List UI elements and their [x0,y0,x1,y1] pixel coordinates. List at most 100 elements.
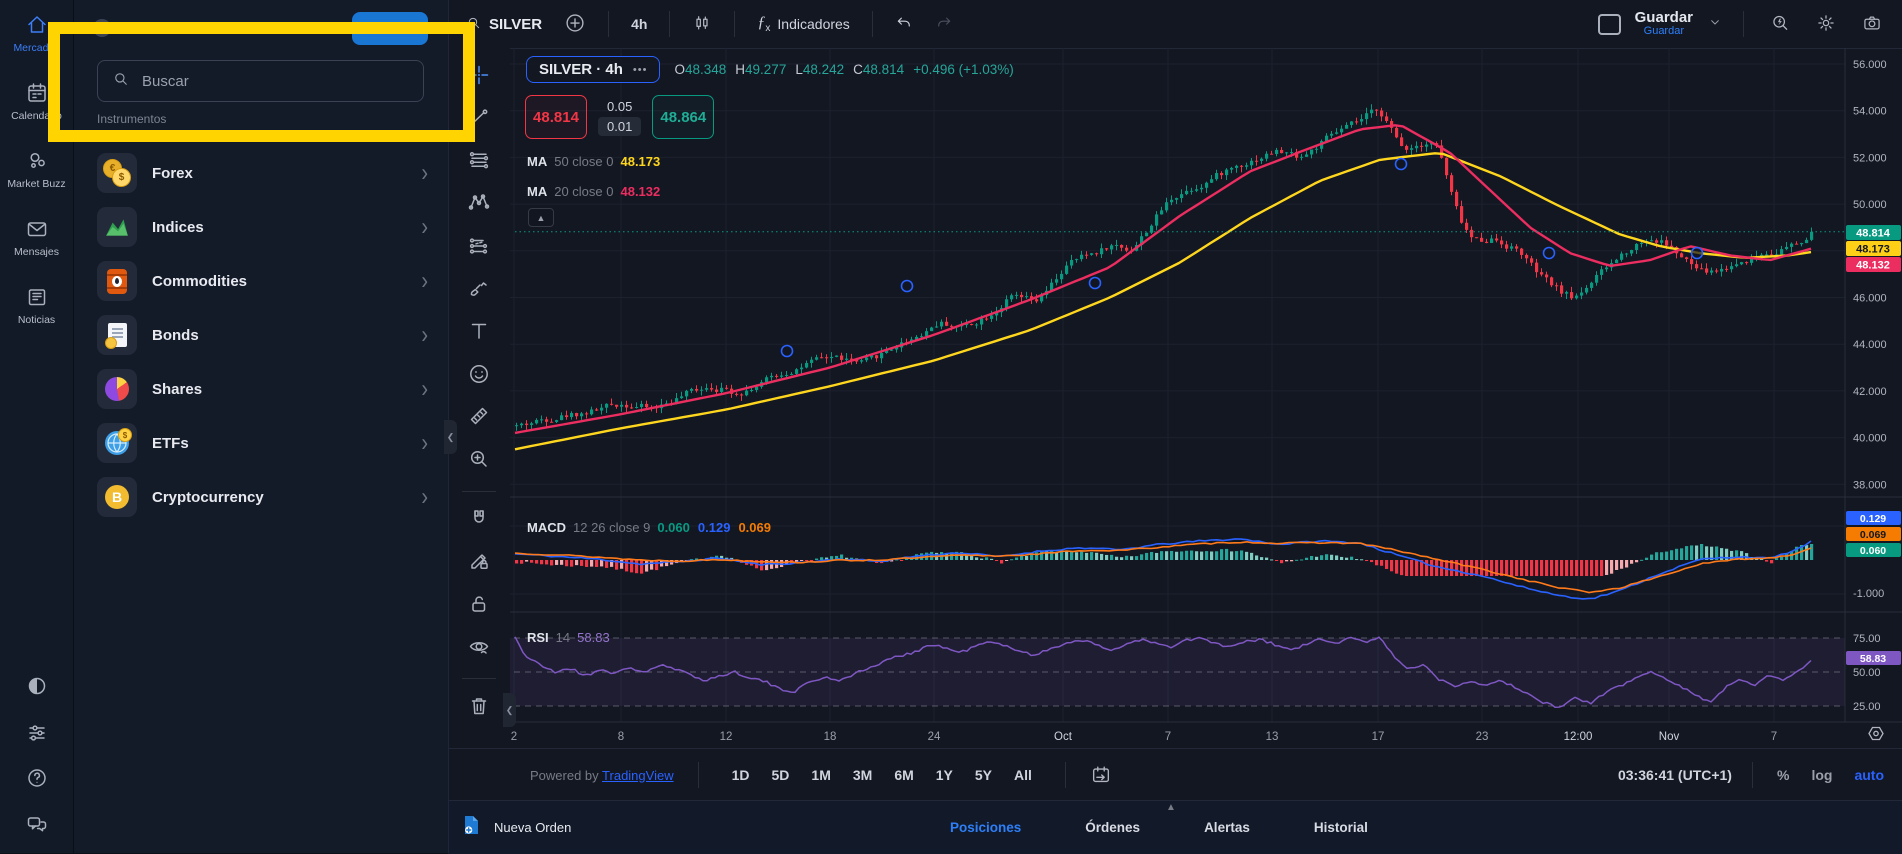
drawing-toolbar [448,48,510,734]
plus-icon [564,12,586,37]
instrument-item-cryptocurrency[interactable]: B Cryptocurrency › [73,470,448,524]
forecast-tool[interactable] [461,231,497,266]
brush-tool[interactable] [461,273,497,308]
divider [871,11,873,37]
buy-button[interactable]: 48.864 [652,95,715,139]
tab-posiciones[interactable]: Posiciones [948,814,1023,841]
drawing-lock-tool[interactable] [461,546,497,581]
svg-text:58.83: 58.83 [1860,653,1886,665]
save-button[interactable]: Guardar Guardar [1635,10,1693,37]
divider [1743,11,1744,37]
interval-button[interactable]: 4h [625,12,653,36]
symbol-search-button[interactable]: SILVER [460,11,548,38]
sidebar-item-mercados[interactable]: Mercados [0,12,73,54]
undo-button[interactable] [889,10,919,39]
panel-collapse-handle[interactable]: ❮ [444,420,457,454]
settings-button[interactable] [1810,9,1842,40]
search-input[interactable]: Buscar [97,60,424,102]
sidebar-item-mensajes[interactable]: Mensajes [0,216,73,258]
chart-bottom-toolbar: Powered by TradingView 1D 5D 1M 3M 6M 1Y 5Y All… [448,748,1902,801]
tradingview-link[interactable]: TradingView [602,768,674,783]
more-icon[interactable]: ••• [633,64,648,76]
panel-expand-icon[interactable]: ▲ [1166,802,1176,813]
range-1m-button[interactable]: 1M [802,762,839,788]
indicators-button[interactable]: ƒx Indicadores [751,10,855,38]
sidebar-help-button[interactable] [24,765,50,791]
percent-scale-button[interactable]: % [1773,765,1793,785]
instruments-header: Commodities Hecho [73,0,448,56]
price-chart[interactable]: 56.000 54.000 52.000 50.000 46.000 44.000 42.0… [448,48,1902,748]
svg-text:50.000: 50.000 [1853,199,1887,211]
sidebar-item-noticias[interactable]: Noticias [0,284,73,326]
magnet-icon [467,507,491,536]
log-scale-button[interactable]: log [1807,765,1836,785]
symbol-search-icon [466,15,482,34]
toolbar-collapse-handle[interactable]: ❮ [503,693,516,727]
instrument-item-indices[interactable]: Indices › [73,200,448,254]
clock[interactable]: 03:36:41 (UTC+1) [1618,767,1732,783]
range-1y-button[interactable]: 1Y [927,762,962,788]
range-5y-button[interactable]: 5Y [966,762,1001,788]
auto-scale-button[interactable]: auto [1850,765,1888,785]
hide-drawings-tool[interactable] [461,632,497,667]
spread: 0.05 0.01 [598,99,642,136]
remove-drawings-tool[interactable] [461,691,497,726]
done-button[interactable]: Hecho [352,11,428,45]
instruments-list: € $ Forex › Indices › Commodities › Bonds › Shares… [73,146,448,524]
search-icon [112,70,130,93]
trend-line-tool[interactable] [461,103,497,138]
emoji-tool[interactable] [461,359,497,394]
instrument-item-commodities[interactable]: Commodities › [73,254,448,308]
redo-button[interactable] [929,10,959,39]
range-6m-button[interactable]: 6M [885,762,922,788]
fib-retracement-tool[interactable] [461,145,497,180]
range-all-button[interactable]: All [1005,762,1041,788]
range-3m-button[interactable]: 3M [844,762,881,788]
chevron-down-icon[interactable] [1707,14,1723,35]
sidebar-support-chat-button[interactable] [24,811,50,837]
chevron-right-icon: › [421,213,428,241]
instrument-item-forex[interactable]: € $ Forex › [73,146,448,200]
magnet-tool[interactable] [461,504,497,539]
news-icon [24,284,50,310]
quick-search-button[interactable] [1764,9,1796,40]
home-icon [24,12,50,38]
xabcd-pattern-tool[interactable] [461,188,497,223]
chevron-right-icon: › [421,429,428,457]
measure-tool[interactable] [461,401,497,436]
snapshot-button[interactable] [1856,9,1888,40]
powered-by: Powered by TradingView [530,767,674,783]
zoom-in-tool[interactable] [461,444,497,479]
sidebar-theme-button[interactable] [24,673,50,699]
tab-ordenes[interactable]: Órdenes [1083,814,1142,841]
legend-collapse-button[interactable]: ▲ [528,208,554,227]
layout-select-button[interactable] [1597,13,1621,35]
sidebar-item-calendario[interactable]: Calendario [0,80,73,122]
shares-icon [97,369,137,409]
svg-text:54.000: 54.000 [1853,106,1887,118]
range-1d-button[interactable]: 1D [723,762,759,788]
new-order-button[interactable]: Nueva Orden [448,813,571,842]
ohlc-values: O48.348 H49.277 L48.242 C48.814 +0.496 (+1.0… [674,62,1014,77]
tab-historial[interactable]: Historial [1312,814,1370,841]
instrument-item-shares[interactable]: Shares › [73,362,448,416]
instrument-item-etfs[interactable]: $ ETFs › [73,416,448,470]
compare-add-button[interactable] [558,8,592,41]
svg-text:48.814: 48.814 [1856,228,1891,240]
measure-icon [467,404,491,433]
lock-all-tool[interactable] [461,589,497,624]
go-to-date-icon[interactable] [1090,764,1112,786]
chart-style-button[interactable] [686,9,718,40]
category-bullet-icon [93,19,111,37]
text-tool[interactable] [461,316,497,351]
camera-icon [1862,13,1882,36]
sidebar-preferences-button[interactable] [24,719,50,745]
legend-symbol[interactable]: SILVER · 4h ••• [526,56,661,83]
sidebar-item-market-buzz[interactable]: Market Buzz [0,148,73,190]
tab-alertas[interactable]: Alertas [1202,814,1252,841]
crosshair-tool[interactable] [461,60,497,95]
range-5d-button[interactable]: 5D [763,762,799,788]
svg-text:23: 23 [1476,731,1489,743]
sell-button[interactable]: 48.814 [525,95,587,139]
instrument-item-bonds[interactable]: Bonds › [73,308,448,362]
